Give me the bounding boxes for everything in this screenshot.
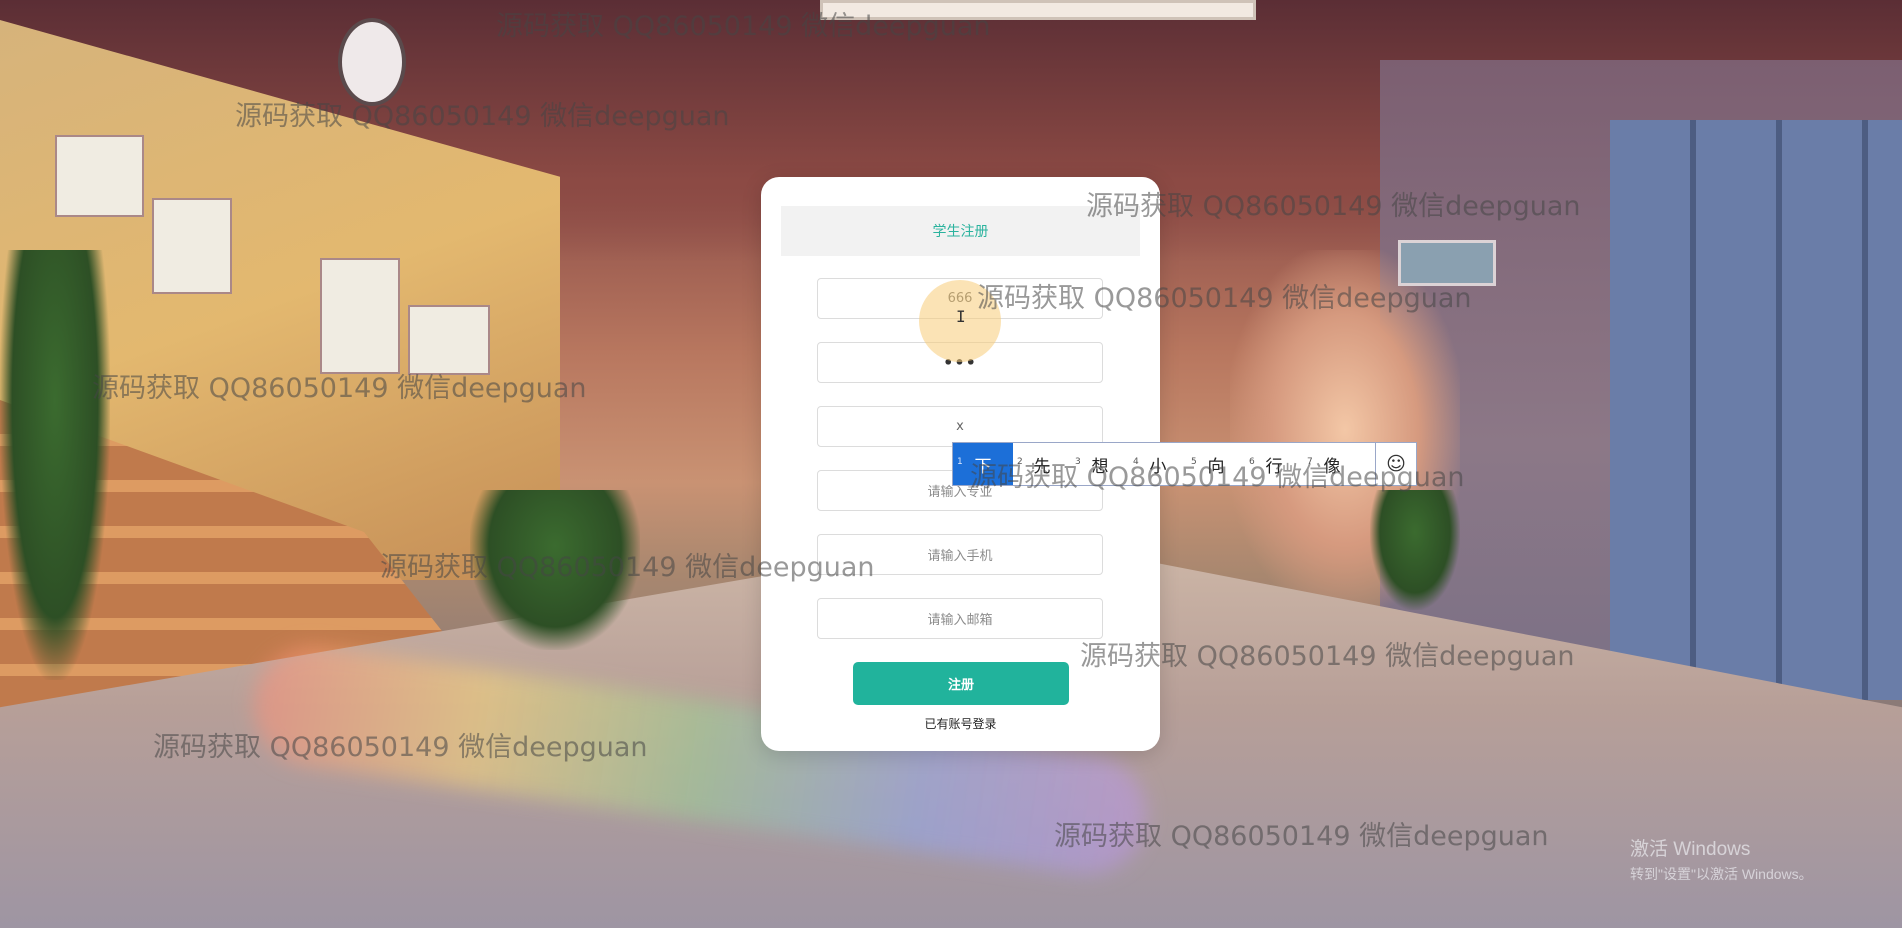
watermark-text: 源码获取 QQ86050149 微信deepguan xyxy=(380,552,875,583)
wall-poster xyxy=(408,305,490,375)
watermark-text: 源码获取 QQ86050149 微信deepguan xyxy=(153,732,648,763)
activation-line-2: 转到"设置"以激活 Windows。 xyxy=(1630,866,1813,882)
watermark-text: 源码获取 QQ86050149 微信deepguan xyxy=(1086,191,1581,222)
watermark-text: 源码获取 QQ86050149 微信deepguan xyxy=(496,11,991,42)
watermark-text: 源码获取 QQ86050149 微信deepguan xyxy=(92,373,587,404)
email-input[interactable]: 请输入邮箱 xyxy=(817,598,1103,639)
watermark-text: 源码获取 QQ86050149 微信deepguan xyxy=(1054,821,1549,852)
candidate-number: 1 xyxy=(957,457,963,467)
name-value: x xyxy=(956,419,964,434)
wall-poster xyxy=(320,258,400,374)
wall-poster xyxy=(152,198,232,294)
email-placeholder: 请输入邮箱 xyxy=(927,613,993,628)
watermark-text: 源码获取 QQ86050149 微信deepguan xyxy=(977,283,1472,314)
name-input[interactable]: x xyxy=(817,406,1103,447)
watermark-text: 源码获取 QQ86050149 微信deepguan xyxy=(970,462,1465,493)
text-cursor-icon: I xyxy=(956,307,966,326)
wall-clock-icon xyxy=(338,18,406,106)
login-link[interactable]: 已有账号登录 xyxy=(761,715,1160,732)
wall-poster xyxy=(55,135,144,217)
plant xyxy=(1370,490,1460,610)
phone-placeholder: 请输入手机 xyxy=(927,549,993,564)
register-button[interactable]: 注册 xyxy=(853,662,1069,705)
activation-line-1: 激活 Windows xyxy=(1630,839,1751,860)
watermark-text: 源码获取 QQ86050149 微信deepguan xyxy=(1080,641,1575,672)
plant xyxy=(0,250,110,680)
lockers xyxy=(1610,120,1902,700)
windows-activation-notice: 激活 Windows 转到"设置"以激活 Windows。 xyxy=(1630,838,1813,886)
watermark-text: 源码获取 QQ86050149 微信deepguan xyxy=(235,101,730,132)
